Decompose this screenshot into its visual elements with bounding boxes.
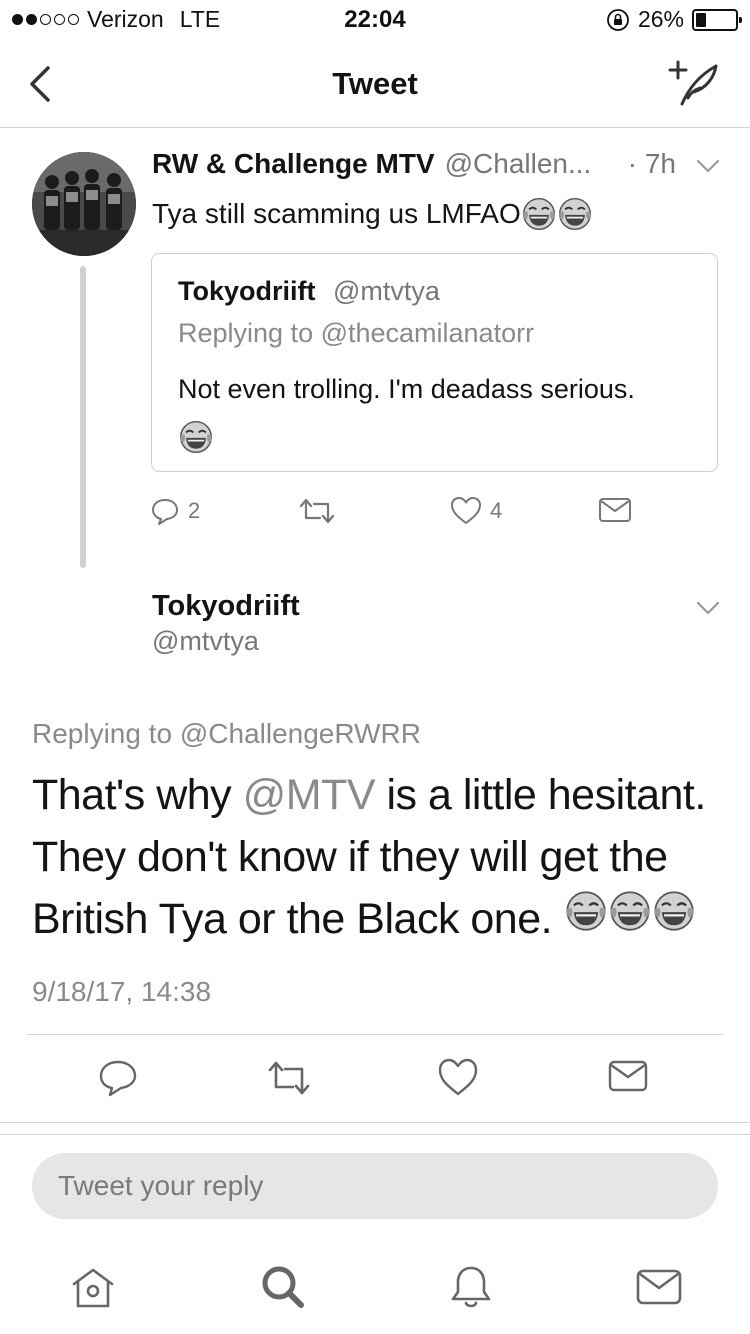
- avatar[interactable]: [32, 152, 136, 256]
- envelope-icon[interactable]: [608, 1058, 648, 1094]
- main-replying-to[interactable]: Replying to @ChallengeRWRR: [32, 718, 421, 750]
- quoted-author-name: Tokyodriift: [178, 276, 316, 306]
- quoted-tweet-text: Not even trolling. I'm deadass serious.: [178, 366, 678, 458]
- quoted-author-handle: @mtvtya: [333, 276, 440, 306]
- quoted-tweet-header: Tokyodriift @mtvtya: [178, 276, 440, 307]
- laughing-tears-emoji-icon: [522, 197, 555, 231]
- retweet-icon: [299, 498, 335, 524]
- tweet-reply-input[interactable]: [32, 1153, 718, 1219]
- compose-tweet-icon[interactable]: [666, 58, 722, 108]
- parent-tweet-actions: 2 4: [150, 496, 670, 532]
- author-handle[interactable]: @Challen...: [445, 148, 592, 180]
- search-icon[interactable]: [258, 1262, 308, 1312]
- main-author-handle[interactable]: @mtvtya: [152, 626, 259, 657]
- nav-bar: Tweet: [0, 40, 750, 128]
- mention-link[interactable]: @MTV: [243, 771, 376, 819]
- chevron-down-icon[interactable]: [696, 598, 720, 618]
- heart-icon: [451, 497, 481, 524]
- author-name[interactable]: RW & Challenge MTV: [152, 148, 435, 180]
- status-bar: Verizon LTE 22:04 26%: [0, 0, 750, 40]
- reply-icon: [152, 499, 178, 525]
- message-action[interactable]: [598, 496, 632, 524]
- like-action[interactable]: 4: [450, 496, 502, 526]
- divider: [0, 1134, 750, 1135]
- page-title: Tweet: [332, 66, 418, 101]
- tweet-date: 9/18/17, 14:38: [32, 976, 212, 1007]
- laughing-tears-emoji-icon: [565, 891, 606, 931]
- tab-bar: [0, 1240, 750, 1334]
- quoted-replying-to: Replying to @thecamilanatorr: [178, 318, 535, 348]
- laughing-tears-emoji-icon: [609, 891, 650, 931]
- divider: [0, 1122, 750, 1123]
- parent-tweet-header: RW & Challenge MTV @Challen... · 7h: [152, 148, 720, 184]
- home-icon[interactable]: [68, 1262, 118, 1312]
- tweet-time: · 7h: [627, 148, 676, 179]
- status-right: 26%: [606, 6, 742, 33]
- battery-icon: [692, 8, 742, 31]
- main-author-name[interactable]: Tokyodriift: [152, 590, 300, 623]
- like-count: 4: [490, 498, 503, 523]
- laughing-tears-emoji-icon: [558, 197, 591, 231]
- envelope-icon: [599, 498, 631, 522]
- battery-percent: 26%: [637, 6, 684, 32]
- parent-tweet-text: Tya still scamming us LMFAO: [152, 196, 593, 232]
- reply-action[interactable]: 2: [150, 496, 200, 526]
- reply-icon[interactable]: [98, 1058, 138, 1098]
- divider: [26, 1034, 724, 1035]
- laughing-tears-emoji-icon: [653, 891, 694, 931]
- retweet-icon[interactable]: [266, 1058, 312, 1098]
- rotation-lock-icon: [607, 8, 629, 31]
- messages-icon[interactable]: [634, 1262, 684, 1312]
- quoted-tweet-card[interactable]: Tokyodriift @mtvtya Replying to @thecami…: [151, 253, 718, 472]
- retweet-action[interactable]: [298, 496, 336, 526]
- heart-icon[interactable]: [438, 1058, 478, 1098]
- reply-count: 2: [188, 498, 201, 523]
- main-tweet-text: That's why @MTV is a little hesitant. Th…: [32, 771, 706, 943]
- notifications-icon[interactable]: [446, 1262, 496, 1312]
- thread-connector-line: [80, 266, 86, 568]
- main-tweet-actions: [0, 1058, 750, 1102]
- laughing-tears-emoji-icon: [179, 420, 213, 453]
- chevron-down-icon[interactable]: [696, 156, 720, 176]
